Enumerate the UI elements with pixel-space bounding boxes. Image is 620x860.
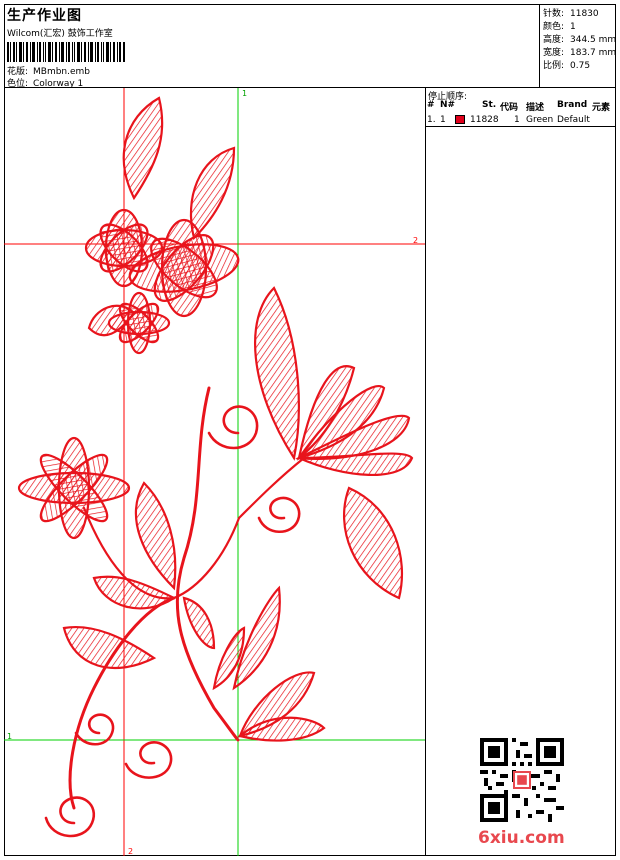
col-elements: 元素	[592, 103, 611, 113]
stat-label: 比例:	[543, 61, 565, 71]
col-num: #	[427, 100, 435, 110]
row-code: 1	[514, 115, 520, 125]
green-v-label: 1	[242, 89, 247, 98]
stat-label: 宽度:	[543, 48, 565, 58]
col-stitches: St.	[482, 100, 497, 110]
row-desc: Green	[526, 115, 554, 125]
embroidery-canvas: 1 2 1 2	[4, 88, 425, 856]
color-swatch	[455, 115, 465, 124]
col-n: N#	[440, 100, 456, 110]
table-row[interactable]: 1. 1 11828 1 Green Default	[426, 114, 616, 127]
stat-value: 11830	[570, 9, 599, 19]
row-brand: Default	[557, 115, 590, 125]
stat-label: 针数:	[543, 9, 565, 19]
company-name: Wilcom(汇宏) 鼓饰工作室	[7, 29, 113, 39]
stat-label: 颜色:	[543, 22, 565, 32]
stat-value: 344.5 mm	[570, 35, 617, 45]
row-num: 1.	[427, 115, 436, 125]
col-desc: 描述	[526, 103, 545, 113]
header-info: 生产作业图 Wilcom(汇宏) 鼓饰工作室 花版: MBmbn.emb 色位:…	[4, 4, 540, 89]
sequence-table-header: # N# St. 代码 描述 Brand 元素	[426, 99, 616, 113]
red-h-label: 2	[413, 236, 418, 245]
design-preview: 1 2 1 2	[4, 88, 426, 856]
watermark: 6xiu.com	[478, 828, 565, 848]
row-n: 1	[440, 115, 446, 125]
stat-height: 高度: 344.5 mm	[543, 32, 616, 45]
col-brand: Brand	[557, 100, 588, 110]
red-v-label: 2	[128, 847, 133, 856]
stat-value: 183.7 mm	[570, 48, 617, 58]
stat-label: 高度:	[543, 35, 565, 45]
barcode	[7, 42, 125, 62]
stat-scale: 比例: 0.75	[543, 58, 590, 71]
qr-code	[480, 738, 564, 822]
page-title: 生产作业图	[7, 8, 82, 24]
flower-small	[107, 291, 171, 355]
embroidery-design	[17, 96, 414, 838]
fan-flower	[295, 365, 414, 476]
stat-colors: 颜色: 1	[543, 19, 576, 32]
green-h-label: 1	[7, 732, 12, 741]
stat-value: 0.75	[570, 61, 591, 71]
stats-panel: 针数: 11830 颜色: 1 高度: 344.5 mm 宽度: 183.7 mm 比例…	[540, 4, 616, 88]
col-code: 代码	[500, 103, 519, 113]
flower-left	[17, 436, 131, 540]
stat-stitches: 针数: 11830	[543, 6, 599, 19]
stat-value: 1	[570, 22, 576, 32]
stat-width: 宽度: 183.7 mm	[543, 45, 616, 58]
row-stitches: 11828	[470, 115, 499, 125]
